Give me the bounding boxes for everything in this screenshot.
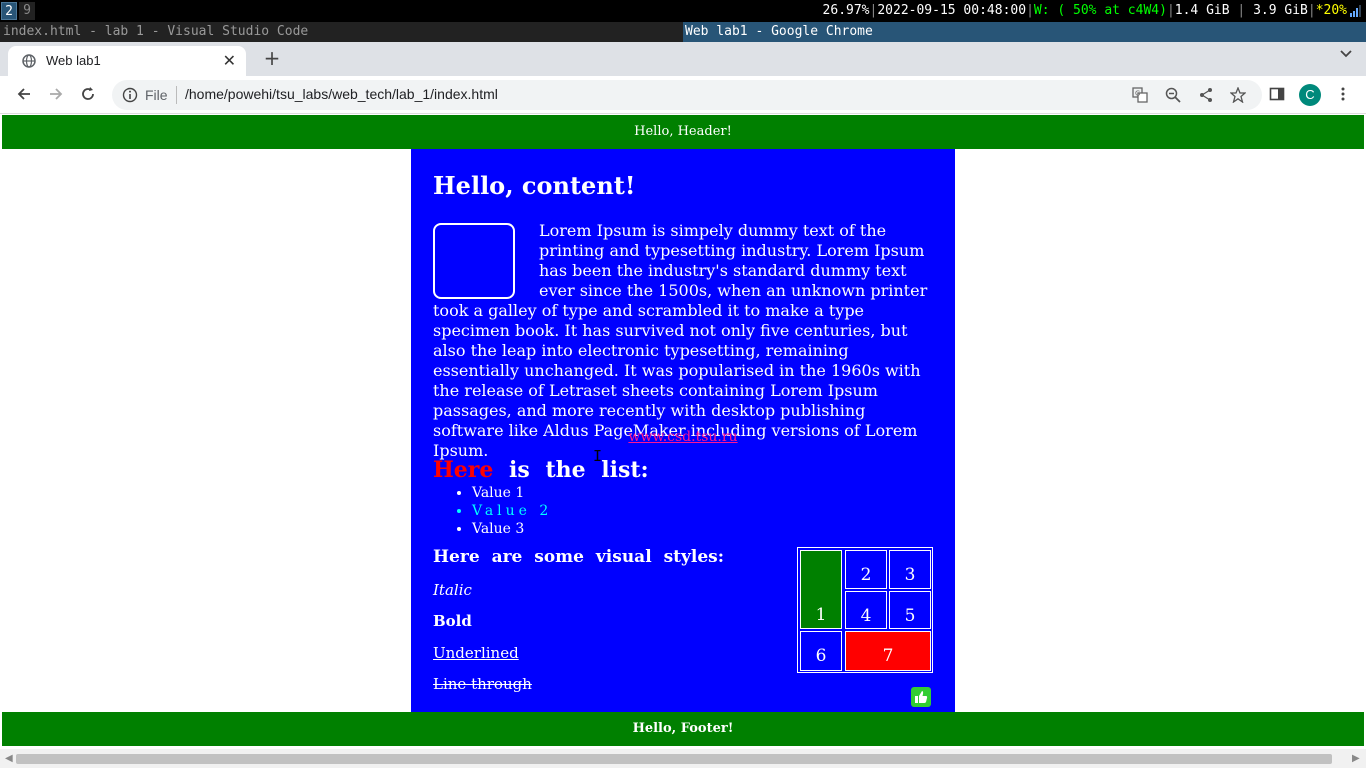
share-icon[interactable] xyxy=(1198,87,1214,103)
table-cell: 1 xyxy=(800,550,842,629)
thumbs-up-icon[interactable] xyxy=(911,687,931,707)
list-item: Value 2 xyxy=(472,502,552,520)
address-scheme: File xyxy=(145,87,168,103)
profile-avatar[interactable]: C xyxy=(1299,84,1321,106)
browser-toolbar: File /home/powehi/tsu_labs/web_tech/lab_… xyxy=(0,76,1366,114)
list-heading-highlight: Here xyxy=(433,457,494,483)
svg-text:G: G xyxy=(1135,90,1140,98)
window-title-bar: index.html - lab 1 - Visual Studio Code … xyxy=(0,22,1366,42)
list-item: Value 1 xyxy=(472,484,552,502)
address-bar[interactable]: File /home/powehi/tsu_labs/web_tech/lab_… xyxy=(112,80,1262,110)
reload-icon[interactable] xyxy=(80,86,96,102)
wifi-status: W: ( 50% at c4W4) xyxy=(1033,3,1167,18)
list-item: Value 3 xyxy=(472,520,552,538)
strikethrough-text: Line through xyxy=(433,675,532,693)
workspace-9-button[interactable]: 9 xyxy=(19,2,35,20)
close-tab-icon[interactable]: ✕ xyxy=(223,51,236,71)
page-footer: Hello, Footer! xyxy=(2,712,1364,746)
content-heading: Hello, content! xyxy=(433,171,636,200)
table-cell: 6 xyxy=(800,631,842,671)
memory-used: 1.4 GiB xyxy=(1174,3,1230,18)
translate-icon[interactable]: G xyxy=(1132,87,1148,103)
table-cell: 4 xyxy=(845,591,887,629)
underlined-text: Underlined xyxy=(433,644,519,662)
page-header: Hello, Header! xyxy=(2,115,1364,149)
scrollbar-thumb[interactable] xyxy=(16,754,1332,764)
italic-text: Italic xyxy=(433,581,472,599)
horizontal-scrollbar[interactable]: ◀ ▶ xyxy=(0,749,1366,768)
back-arrow-icon[interactable] xyxy=(16,86,32,102)
tab-strip: Web lab1 ✕ + xyxy=(0,42,1366,76)
tab-title: Web lab1 xyxy=(46,53,101,68)
memory-total: 3.9 GiB xyxy=(1253,3,1308,18)
bold-text: Bold xyxy=(433,612,472,630)
vscode-window-title[interactable]: index.html - lab 1 - Visual Studio Code xyxy=(0,22,683,42)
value-list: Value 1 Value 2 Value 3 xyxy=(472,484,552,538)
datetime: 2022-09-15 00:48:00 xyxy=(877,3,1027,18)
globe-icon xyxy=(22,54,36,68)
signal-icon xyxy=(1350,4,1361,17)
text-cursor-icon: I xyxy=(593,447,603,465)
chrome-window-title[interactable]: Web lab1 - Google Chrome xyxy=(683,22,1366,42)
address-divider xyxy=(176,86,177,104)
new-tab-button[interactable]: + xyxy=(262,48,282,68)
lorem-paragraph: Lorem Ipsum is simpely dummy text of the… xyxy=(433,221,933,461)
forward-arrow-icon[interactable] xyxy=(48,86,64,102)
address-url[interactable]: /home/powehi/tsu_labs/web_tech/lab_1/ind… xyxy=(185,86,498,102)
number-table: 1 2 3 4 5 6 7 xyxy=(797,547,933,673)
cpu-usage: 26.97% xyxy=(822,3,870,18)
scroll-left-icon[interactable]: ◀ xyxy=(5,753,13,764)
styles-heading: Here are some visual styles: xyxy=(433,547,724,567)
table-cell: 2 xyxy=(845,550,887,589)
csd-link[interactable]: www.csd.tsu.ru xyxy=(411,429,955,445)
table-cell: 3 xyxy=(889,550,931,589)
side-panel-icon[interactable] xyxy=(1269,86,1285,102)
battery-status: *20% xyxy=(1315,3,1347,18)
content-block: Hello, content! Lorem Ipsum is simpely d… xyxy=(411,149,955,712)
status-bar: 2 9 26.97%|2022-09-15 00:48:00|W: ( 50% … xyxy=(0,0,1366,22)
table-cell: 7 xyxy=(845,631,931,671)
list-heading-rest: is the list: xyxy=(509,457,649,483)
status-info: 26.97%|2022-09-15 00:48:00|W: ( 50% at c… xyxy=(823,0,1362,22)
workspace-2-button[interactable]: 2 xyxy=(1,2,17,20)
tab-web-lab1[interactable]: Web lab1 ✕ xyxy=(8,46,246,76)
scroll-right-icon[interactable]: ▶ xyxy=(1352,753,1360,764)
table-cell: 5 xyxy=(889,591,931,629)
menu-kebab-icon[interactable] xyxy=(1335,86,1351,102)
list-heading: Here is the list: xyxy=(433,457,649,483)
star-icon[interactable] xyxy=(1230,87,1246,103)
chevron-down-icon[interactable] xyxy=(1340,50,1352,58)
info-icon[interactable] xyxy=(122,87,138,103)
zoom-out-icon[interactable] xyxy=(1165,87,1181,103)
page-viewport: Hello, Header! Hello, content! Lorem Ips… xyxy=(2,115,1364,749)
